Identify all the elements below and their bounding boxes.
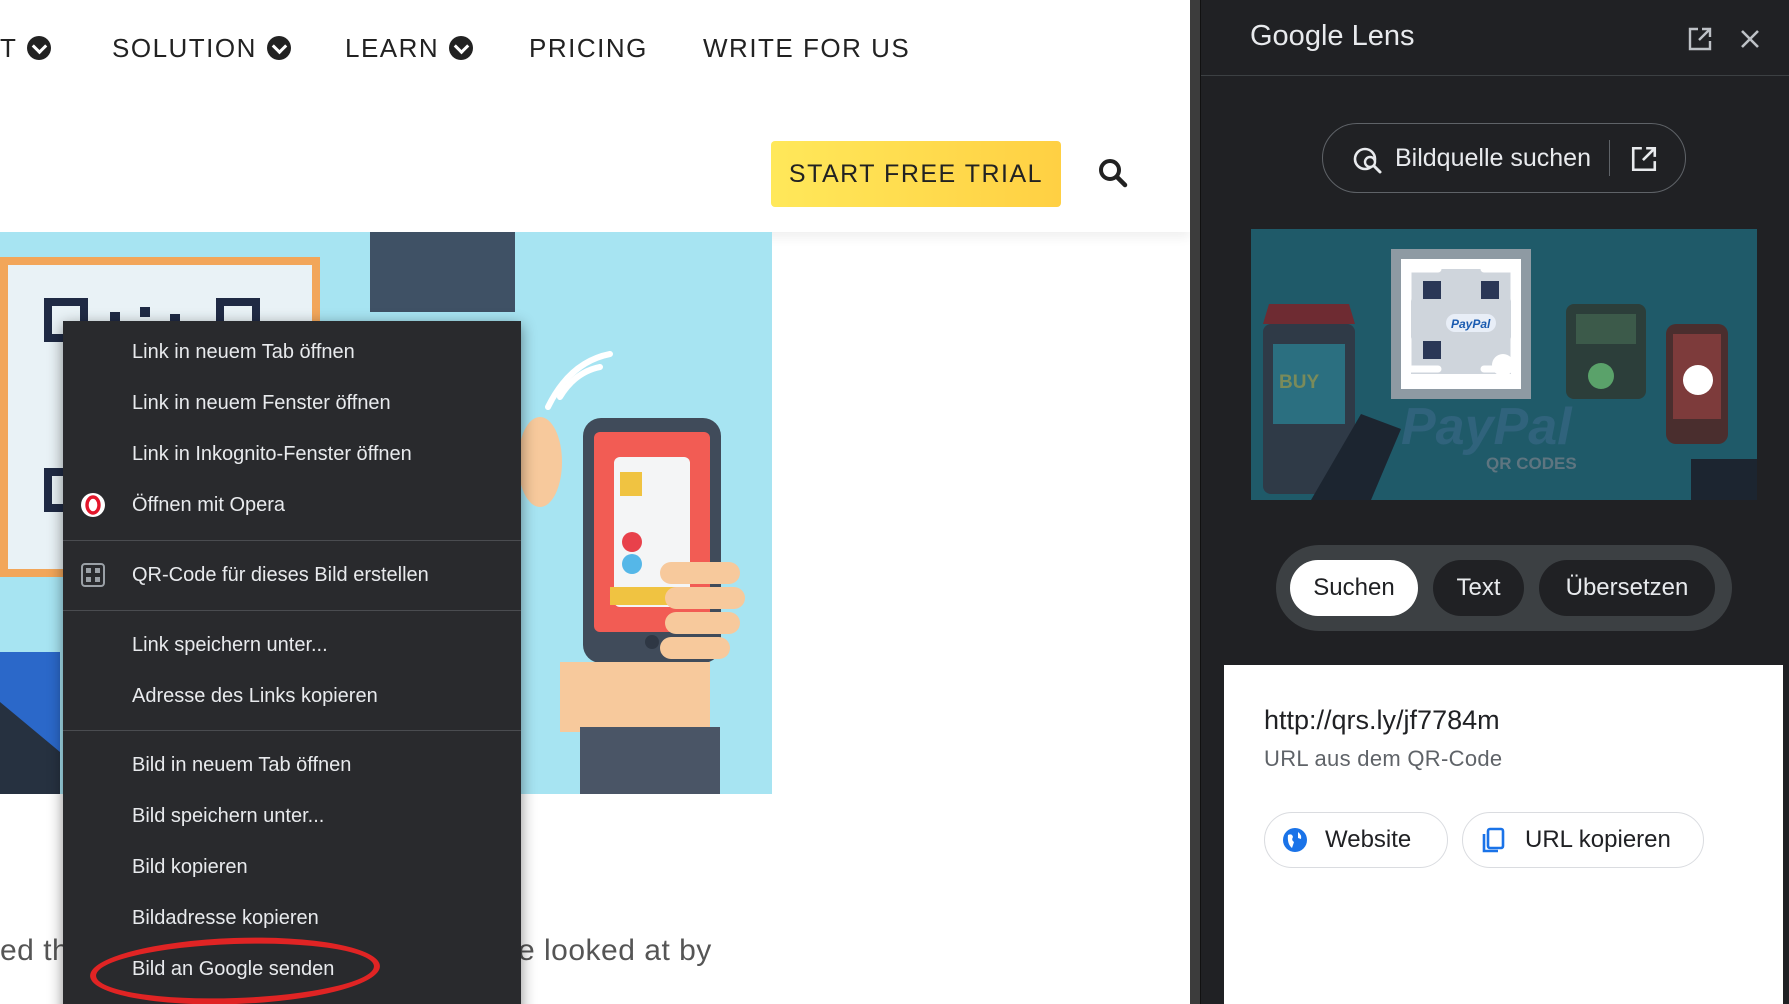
menu-divider bbox=[63, 610, 521, 611]
menu-item-open-with-opera[interactable]: Öffnen mit Opera bbox=[63, 482, 521, 528]
article-text-fragment: e looked at by bbox=[518, 934, 712, 967]
opera-icon bbox=[81, 493, 105, 517]
chevron-down-icon bbox=[27, 36, 52, 60]
menu-item-label: QR-Code für dieses Bild erstellen bbox=[132, 563, 429, 586]
qr-code-icon bbox=[81, 563, 105, 587]
thumbnail-brand-text: PayPal bbox=[1451, 317, 1491, 331]
menu-item-label: Bildadresse kopieren bbox=[132, 906, 319, 929]
qr-result-url[interactable]: http://qrs.ly/jf7784m bbox=[1264, 705, 1500, 736]
menu-divider bbox=[63, 540, 521, 541]
start-free-trial-button[interactable]: START FREE TRIAL bbox=[771, 141, 1061, 207]
menu-item-copy-link-address[interactable]: Adresse des Links kopieren bbox=[63, 673, 521, 719]
tab-search[interactable]: Suchen bbox=[1290, 560, 1418, 616]
search-icon[interactable] bbox=[1098, 158, 1128, 188]
nav-item-solution[interactable]: SOLUTION bbox=[112, 32, 291, 64]
lens-title: Google Lens bbox=[1250, 20, 1415, 52]
lens-mode-tabs: Suchen Text Übersetzen bbox=[1276, 545, 1732, 631]
menu-item-save-image-as[interactable]: Bild speichern unter... bbox=[63, 793, 521, 839]
menu-item-copy-image-address[interactable]: Bildadresse kopieren bbox=[63, 895, 521, 941]
menu-item-open-link-incognito[interactable]: Link in Inkognito-Fenster öffnen bbox=[63, 431, 521, 477]
context-menu: Link in neuem Tab öffnen Link in neuem F… bbox=[63, 321, 521, 1004]
nav-item-label: SOLUTION bbox=[112, 32, 257, 63]
open-in-new-icon[interactable] bbox=[1687, 26, 1713, 52]
globe-icon bbox=[1283, 828, 1307, 852]
copy-icon bbox=[1482, 827, 1505, 853]
menu-item-create-qr-code[interactable]: QR-Code für dieses Bild erstellen bbox=[63, 552, 521, 598]
tab-label: Übersetzen bbox=[1565, 574, 1689, 601]
tab-label: Suchen bbox=[1313, 574, 1395, 601]
article-text-fragment: ed th bbox=[0, 934, 70, 967]
tab-label: Text bbox=[1456, 574, 1501, 601]
menu-divider bbox=[63, 730, 521, 731]
paypal-qr-thumbnail: BUY PayPal PayPal QR CODES bbox=[1251, 229, 1757, 500]
tab-text[interactable]: Text bbox=[1433, 560, 1524, 616]
find-image-source-label: Bildquelle suchen bbox=[1395, 144, 1591, 172]
thumbnail-brand-text: PayPal bbox=[1401, 398, 1573, 456]
chevron-down-icon bbox=[266, 36, 291, 60]
lens-header: Google Lens bbox=[1201, 0, 1789, 76]
menu-item-label: Adresse des Links kopieren bbox=[132, 684, 378, 707]
menu-item-save-link-as[interactable]: Link speichern unter... bbox=[63, 622, 521, 668]
nav-item-pricing[interactable]: PRICING bbox=[529, 32, 648, 64]
google-lens-panel: Google Lens Bildquelle suchen BUY PayPal… bbox=[1200, 0, 1789, 1004]
menu-item-open-link-new-tab[interactable]: Link in neuem Tab öffnen bbox=[63, 329, 521, 375]
nav-item-t[interactable]: T bbox=[0, 32, 52, 64]
nav-item-learn[interactable]: LEARN bbox=[345, 32, 474, 64]
button-divider bbox=[1609, 140, 1610, 176]
website-button[interactable]: Website bbox=[1264, 812, 1448, 868]
menu-item-label: Öffnen mit Opera bbox=[132, 493, 286, 516]
lens-image-preview[interactable]: BUY PayPal PayPal QR CODES bbox=[1251, 229, 1757, 500]
menu-item-label: Link speichern unter... bbox=[132, 633, 328, 656]
copy-url-button-label: URL kopieren bbox=[1525, 826, 1671, 853]
chevron-down-icon bbox=[449, 36, 474, 60]
nav-item-label: PRICING bbox=[529, 32, 648, 63]
thumbnail-caption-text: QR CODES bbox=[1486, 454, 1577, 473]
nav-item-label: LEARN bbox=[345, 32, 440, 63]
open-in-new-icon bbox=[1631, 146, 1657, 172]
tab-translate[interactable]: Übersetzen bbox=[1539, 560, 1715, 616]
screen: T SOLUTION LEARN PRICING WRITE FOR US ST… bbox=[0, 0, 1789, 1004]
menu-item-label: Bild speichern unter... bbox=[132, 804, 325, 827]
nav-item-write-for-us[interactable]: WRITE FOR US bbox=[703, 32, 910, 64]
menu-item-label: Link in neuem Fenster öffnen bbox=[132, 391, 391, 414]
start-free-trial-label: START FREE TRIAL bbox=[788, 159, 1044, 188]
thumbnail-buy-text: BUY bbox=[1279, 372, 1319, 393]
menu-item-label: Bild in neuem Tab öffnen bbox=[132, 753, 352, 776]
menu-item-copy-image[interactable]: Bild kopieren bbox=[63, 844, 521, 890]
image-search-icon bbox=[1353, 147, 1382, 174]
close-icon[interactable] bbox=[1737, 26, 1763, 52]
menu-item-open-image-new-tab[interactable]: Bild in neuem Tab öffnen bbox=[63, 742, 521, 788]
menu-item-label: Bild kopieren bbox=[132, 855, 248, 878]
nav-item-label: T bbox=[0, 32, 18, 63]
lens-result-card: http://qrs.ly/jf7784m URL aus dem QR-Cod… bbox=[1224, 665, 1783, 1004]
qr-result-caption: URL aus dem QR-Code bbox=[1264, 746, 1503, 771]
nav-item-label: WRITE FOR US bbox=[703, 32, 911, 63]
menu-item-label: Link in Inkognito-Fenster öffnen bbox=[132, 442, 412, 465]
site-header: T SOLUTION LEARN PRICING WRITE FOR US ST… bbox=[0, 0, 1190, 232]
menu-item-open-link-new-window[interactable]: Link in neuem Fenster öffnen bbox=[63, 380, 521, 426]
menu-item-label: Link in neuem Tab öffnen bbox=[132, 340, 355, 363]
find-image-source-button[interactable]: Bildquelle suchen bbox=[1322, 123, 1686, 193]
copy-url-button[interactable]: URL kopieren bbox=[1462, 812, 1704, 868]
website-button-label: Website bbox=[1325, 826, 1412, 853]
